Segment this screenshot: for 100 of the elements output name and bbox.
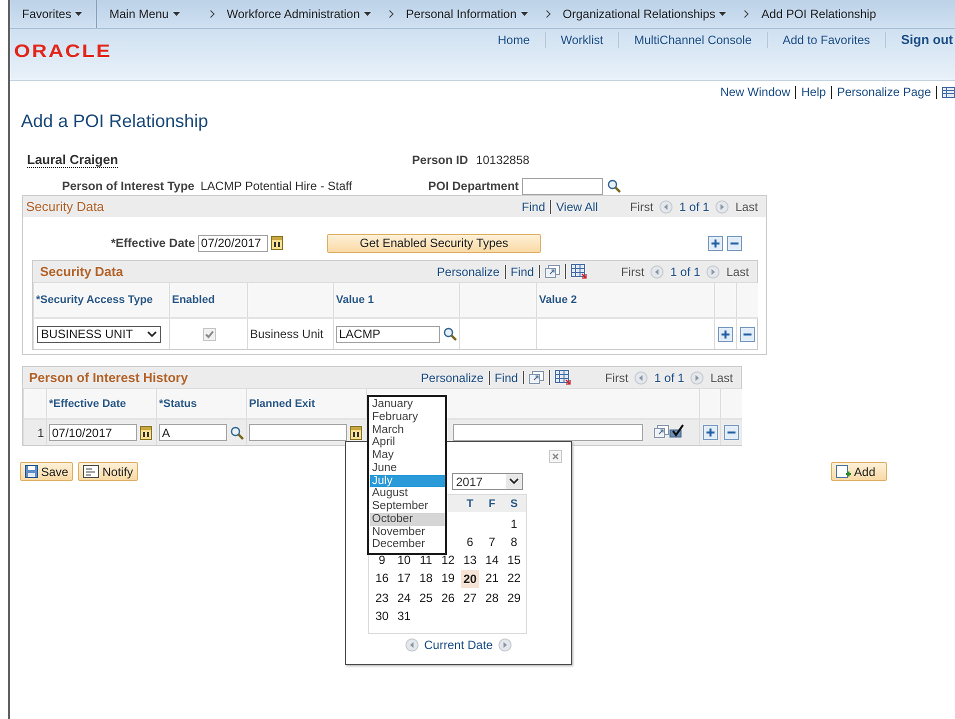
day-cell[interactable]: 29: [503, 589, 525, 607]
section-link[interactable]: Find: [522, 200, 546, 214]
header-link[interactable]: Home: [482, 32, 545, 48]
department-field[interactable]: [522, 178, 603, 194]
date-field[interactable]: [249, 424, 347, 441]
add-button[interactable]: Add: [831, 462, 888, 481]
year-select[interactable]: 2017: [452, 473, 523, 490]
day-cell[interactable]: 22: [503, 569, 525, 587]
month-option[interactable]: March: [370, 424, 445, 436]
month-option[interactable]: October: [370, 512, 445, 526]
weekday-label: F: [488, 498, 496, 510]
day-cell[interactable]: 8: [503, 533, 525, 551]
month-option[interactable]: November: [370, 526, 445, 538]
column-header: *Security Access Type: [33, 283, 169, 317]
breadcrumb-link[interactable]: Add POI Relationship: [761, 7, 876, 21]
delete-row-icon[interactable]: [727, 236, 742, 250]
add-row-icon[interactable]: [708, 236, 724, 250]
month-option[interactable]: January: [370, 398, 445, 411]
calendar-icon[interactable]: [271, 236, 284, 250]
chevron-down-icon: [506, 474, 522, 489]
chevron-down-icon: [147, 331, 157, 337]
add-row-icon[interactable]: [702, 425, 718, 440]
search-icon[interactable]: [230, 426, 244, 440]
day-cell[interactable]: 13: [459, 551, 481, 569]
spreadsheet-icon[interactable]: [570, 264, 587, 279]
close-icon[interactable]: [549, 450, 562, 463]
page-link[interactable]: Personalize Page: [832, 86, 937, 98]
breadcrumb-link[interactable]: Workforce Administration: [226, 7, 371, 21]
spreadsheet-icon[interactable]: [554, 370, 571, 385]
day-cell[interactable]: 25: [415, 589, 437, 607]
day-cell[interactable]: 27: [459, 589, 481, 607]
page-link[interactable]: New Window: [715, 86, 796, 98]
month-option[interactable]: February: [370, 410, 445, 424]
day-cell[interactable]: 15: [503, 551, 525, 569]
delete-row-icon[interactable]: [724, 425, 739, 440]
header-link[interactable]: Add to Favorites: [766, 32, 885, 48]
day-cell[interactable]: 28: [481, 589, 503, 607]
day-cell[interactable]: 19: [437, 569, 459, 587]
header-link[interactable]: Sign out: [885, 32, 955, 48]
month-option[interactable]: December: [370, 538, 445, 551]
month-option[interactable]: August: [370, 487, 445, 500]
section-link[interactable]: View All: [550, 200, 598, 214]
get-security-types-button[interactable]: Get Enabled Security Types: [327, 234, 542, 252]
notify-button[interactable]: Notify: [78, 462, 138, 481]
type-label: Person of Interest Type: [62, 179, 194, 193]
month-option[interactable]: April: [370, 436, 445, 449]
menu-item[interactable]: Main Menu: [109, 7, 180, 21]
day-cell[interactable]: 21: [481, 569, 503, 587]
first-label: First: [604, 370, 628, 384]
table-icon[interactable]: [942, 86, 955, 98]
day-cell[interactable]: 16: [371, 569, 393, 587]
date-field[interactable]: 07/10/2017: [49, 424, 137, 441]
month-option[interactable]: May: [370, 449, 445, 462]
page-link[interactable]: Help: [796, 86, 832, 98]
save-button[interactable]: Save: [20, 462, 74, 481]
day-cell[interactable]: 30: [371, 607, 393, 625]
calendar-icon[interactable]: [350, 426, 362, 440]
menu-item[interactable]: Favorites: [22, 7, 82, 21]
day-cell[interactable]: 6: [459, 533, 481, 551]
day-cell[interactable]: 20: [461, 570, 479, 588]
caret-icon: [172, 12, 180, 16]
department-label: POI Department: [428, 179, 519, 193]
text-field[interactable]: [453, 424, 643, 441]
add-row-icon[interactable]: [718, 326, 733, 342]
day-cell[interactable]: 9: [371, 551, 393, 569]
day-cell[interactable]: 24: [393, 589, 415, 607]
date-field[interactable]: 07/20/2017: [198, 234, 268, 252]
new-window-icon[interactable]: [654, 425, 669, 438]
day-cell[interactable]: 11: [415, 551, 437, 569]
caret-icon: [364, 12, 371, 16]
grid-link[interactable]: Find: [488, 370, 518, 384]
grid-link[interactable]: Personalize: [436, 264, 500, 278]
current-date-link[interactable]: Current Date: [424, 638, 493, 652]
grid-link[interactable]: Personalize: [420, 370, 484, 384]
day-cell[interactable]: 31: [393, 607, 415, 625]
status-field[interactable]: A: [159, 424, 227, 441]
new-window-icon[interactable]: [544, 265, 560, 278]
day-cell[interactable]: 26: [437, 589, 459, 607]
calendar-icon[interactable]: [140, 426, 152, 440]
breadcrumb-link[interactable]: Personal Information: [406, 7, 528, 21]
header-link[interactable]: Worklist: [544, 32, 618, 48]
month-option[interactable]: June: [370, 462, 445, 474]
weekday-label: S: [509, 498, 519, 510]
new-window-icon[interactable]: [528, 371, 544, 384]
search-icon[interactable]: [606, 179, 621, 193]
day-cell[interactable]: 14: [481, 551, 503, 569]
search-icon[interactable]: [443, 327, 457, 341]
delete-row-icon[interactable]: [740, 326, 755, 342]
day-cell[interactable]: 7: [481, 533, 503, 551]
day-cell[interactable]: 23: [371, 589, 393, 607]
day-cell[interactable]: 10: [393, 551, 415, 569]
header-link[interactable]: MultiChannel Console: [618, 32, 767, 48]
day-cell[interactable]: 12: [437, 551, 459, 569]
month-option[interactable]: September: [370, 500, 445, 513]
breadcrumb-link[interactable]: Organizational Relationships: [562, 7, 726, 21]
person-name: Laural Craigen: [27, 152, 118, 168]
day-cell[interactable]: 1: [503, 515, 525, 533]
day-cell[interactable]: 17: [393, 569, 415, 587]
day-cell[interactable]: 18: [415, 569, 437, 587]
grid-link[interactable]: Find: [504, 264, 534, 278]
